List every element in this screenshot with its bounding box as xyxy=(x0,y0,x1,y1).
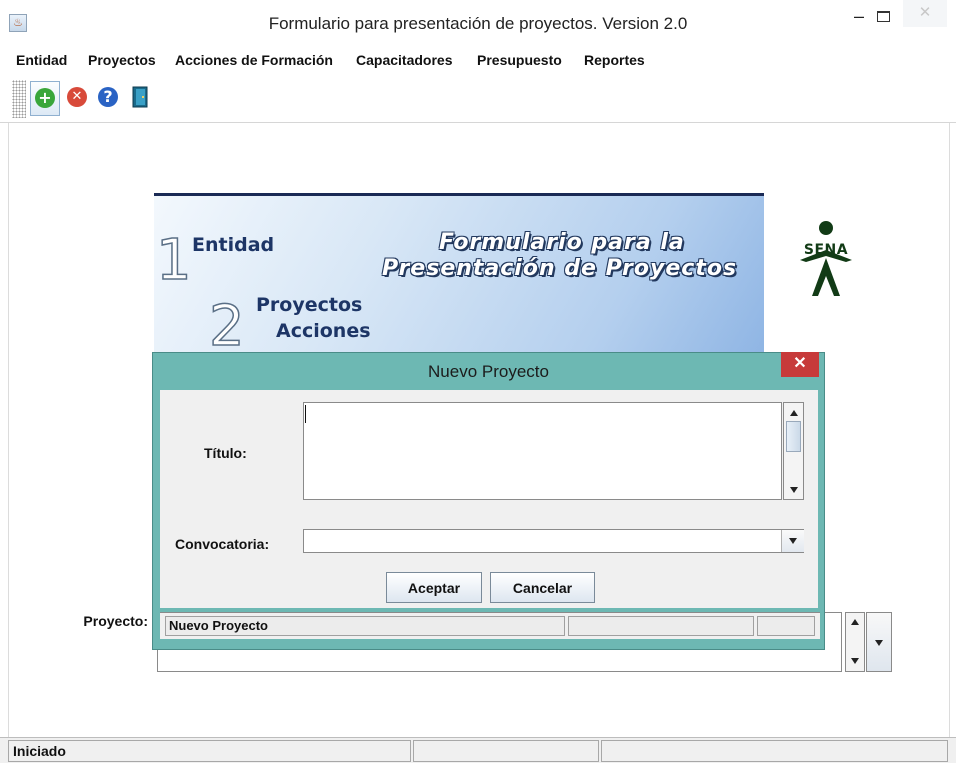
window-title: Formulario para presentación de proyecto… xyxy=(268,14,688,33)
menu-capacitadores[interactable]: Capacitadores xyxy=(356,52,452,68)
status-cell-2 xyxy=(413,740,599,762)
banner-title-line-2: Presentación de Proyectos xyxy=(382,256,738,281)
sena-logo-text: SENA xyxy=(803,242,849,258)
sena-logo-mark xyxy=(800,221,852,296)
delete-button[interactable]: ✕ xyxy=(63,81,91,114)
exit-door-icon xyxy=(132,86,148,108)
chevron-down-icon xyxy=(789,538,797,544)
welcome-banner: 1 Entidad 2 Proyectos Acciones Formulari… xyxy=(154,193,764,354)
step-1-label: Entidad xyxy=(192,234,275,256)
status-cell-3 xyxy=(601,740,948,762)
convocatoria-dropdown-button[interactable] xyxy=(781,530,804,552)
sena-logo: SENA xyxy=(790,220,862,300)
step-2-number: 2 xyxy=(208,293,245,354)
proyecto-label: Proyecto: xyxy=(83,613,148,629)
scroll-down-arrow-icon xyxy=(851,658,859,664)
step-2-label-acciones: Acciones xyxy=(276,320,371,342)
status-text: Iniciado xyxy=(8,740,411,762)
proyecto-cell-2[interactable] xyxy=(568,616,754,636)
proyecto-dropdown-button[interactable] xyxy=(866,612,892,672)
text-caret xyxy=(305,405,306,423)
proyecto-cell-3[interactable] xyxy=(757,616,815,636)
scroll-down-arrow-icon xyxy=(790,487,798,493)
toolbar-grip-handle[interactable] xyxy=(12,80,26,118)
help-button[interactable]: ? xyxy=(94,81,122,114)
titulo-textarea[interactable] xyxy=(303,402,782,500)
proyecto-cell-name[interactable]: Nuevo Proyecto xyxy=(165,616,565,636)
menu-acciones-de-formacion[interactable]: Acciones de Formación xyxy=(175,52,333,68)
dialog-close-button[interactable]: ✕ xyxy=(781,352,819,377)
convocatoria-label: Convocatoria: xyxy=(175,536,270,552)
close-window-button[interactable]: ✕ xyxy=(903,0,947,27)
add-button[interactable]: + xyxy=(30,81,60,116)
convocatoria-select[interactable] xyxy=(303,529,804,553)
menu-entidad[interactable]: Entidad xyxy=(16,52,67,68)
chevron-down-icon xyxy=(875,640,883,646)
scroll-up-arrow-icon xyxy=(790,410,798,416)
help-icon: ? xyxy=(98,87,118,107)
exit-button[interactable] xyxy=(126,81,154,114)
titulo-label: Título: xyxy=(204,445,247,461)
scroll-thumb[interactable] xyxy=(786,421,801,452)
menu-reportes[interactable]: Reportes xyxy=(584,52,645,68)
add-icon: + xyxy=(35,88,55,108)
menu-proyectos[interactable]: Proyectos xyxy=(88,52,156,68)
menu-presupuesto[interactable]: Presupuesto xyxy=(477,52,562,68)
step-1-number: 1 xyxy=(155,227,192,294)
scroll-up-arrow-icon xyxy=(851,619,859,625)
dialog-title: Nuevo Proyecto xyxy=(428,362,549,381)
proyecto-scrollbar[interactable] xyxy=(845,612,865,672)
aceptar-button[interactable]: Aceptar xyxy=(386,572,482,603)
maximize-button[interactable] xyxy=(877,11,890,22)
step-2-label-proyectos: Proyectos xyxy=(256,294,363,316)
minimize-button[interactable]: – xyxy=(848,7,870,26)
cancelar-button[interactable]: Cancelar xyxy=(490,572,595,603)
delete-icon: ✕ xyxy=(67,87,87,107)
banner-title-line-1: Formulario para la xyxy=(439,230,685,255)
